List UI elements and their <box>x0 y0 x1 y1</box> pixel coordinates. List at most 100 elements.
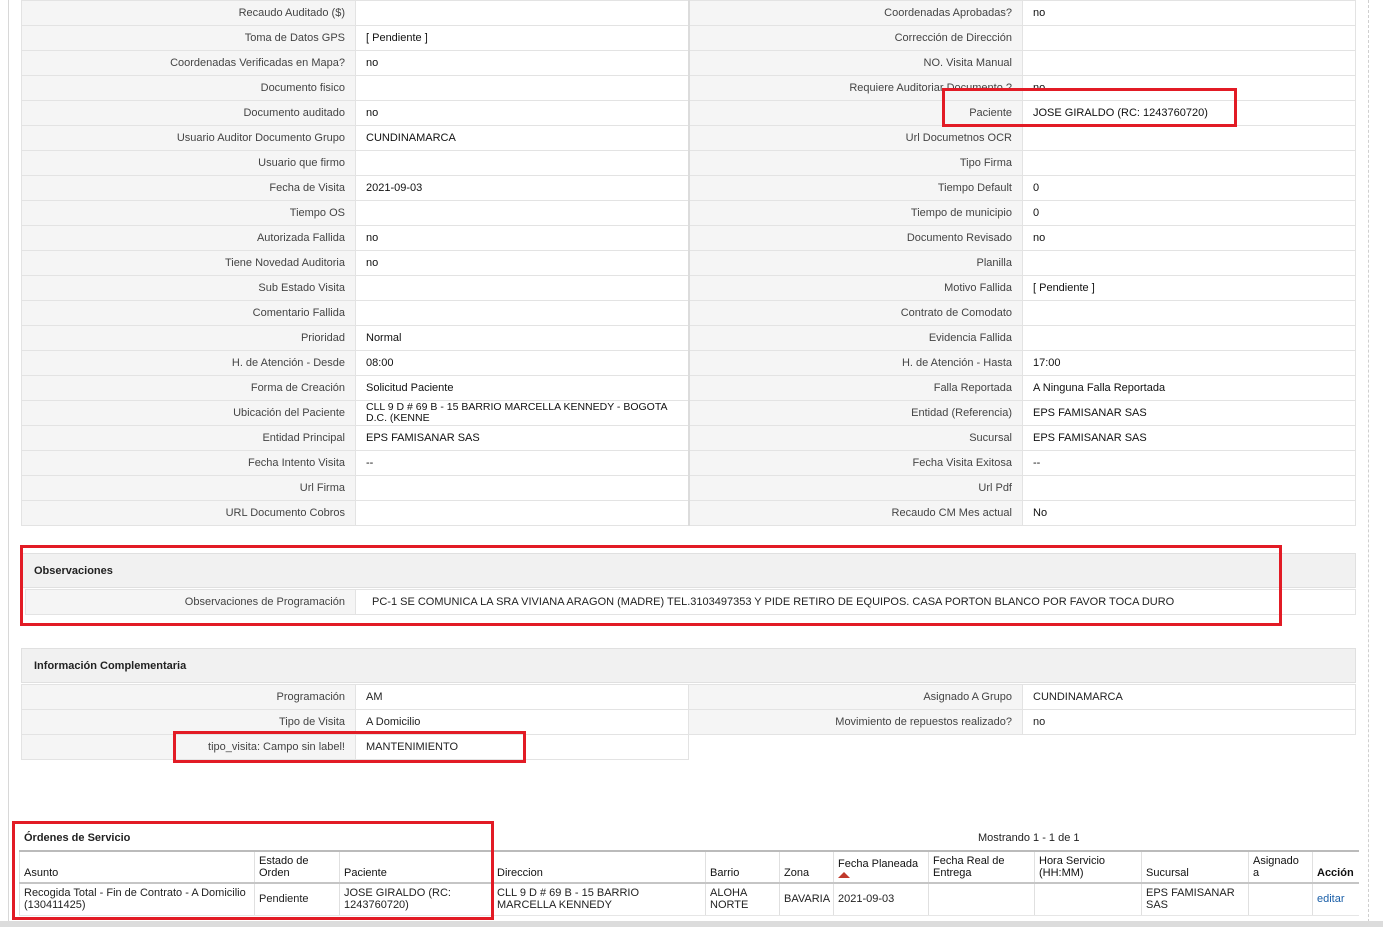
field-value: 2021-09-03 <box>355 175 690 201</box>
field-value <box>355 200 690 226</box>
field-value: A Ninguna Falla Reportada <box>1022 375 1356 401</box>
edit-link[interactable]: editar <box>1317 893 1345 905</box>
cell-paciente: JOSE GIRALDO (RC: 1243760720) <box>339 883 493 916</box>
cell-estado: Pendiente <box>254 883 340 916</box>
col-header-fecha-planeada[interactable]: Fecha Planeada <box>833 850 929 884</box>
field-label: Entidad (Referencia) <box>688 400 1023 426</box>
field-label: Recaudo CM Mes actual <box>688 500 1023 526</box>
orders-header-row: Asunto Estado de Orden Paciente Direccio… <box>19 850 1359 884</box>
detail-row: Fecha Intento Visita -- Fecha Visita Exito… <box>21 450 1356 476</box>
info-row: Tipo de Visita A Domicilio Movimiento de… <box>21 709 1356 735</box>
field-value: CUNDINAMARCA <box>1022 684 1356 710</box>
cell-sucursal: EPS FAMISANAR SAS <box>1141 883 1249 916</box>
field-label: Ubicación del Paciente <box>21 400 356 426</box>
cell-zona: BAVARIA <box>779 883 834 916</box>
field-value: no <box>355 100 690 126</box>
col-header-estado[interactable]: Estado de Orden <box>254 850 340 884</box>
field-value: 0 <box>1022 200 1356 226</box>
field-label: Programación <box>21 684 356 710</box>
detail-row: Tiene Novedad Auditoria no Planilla <box>21 250 1356 276</box>
field-value <box>355 300 690 326</box>
field-value <box>355 0 690 26</box>
field-label: Toma de Datos GPS <box>21 25 356 51</box>
visit-detail-grid: Recaudo Auditado ($) Coordenadas Aprobada… <box>21 0 1356 526</box>
field-value <box>1022 325 1356 351</box>
field-value: Normal <box>355 325 690 351</box>
field-label: Requiere Auditoriar Documento ? <box>688 75 1023 101</box>
col-header-asignado[interactable]: Asignado a <box>1248 850 1313 884</box>
field-label: Entidad Principal <box>21 425 356 451</box>
field-value: no <box>1022 0 1356 26</box>
field-value: no <box>1022 75 1356 101</box>
field-value: no <box>355 250 690 276</box>
field-value: [ Pendiente ] <box>355 25 690 51</box>
col-header-asunto[interactable]: Asunto <box>19 850 255 884</box>
detail-row: Ubicación del Paciente CLL 9 D # 69 B - 1… <box>21 400 1356 426</box>
detail-row: Comentario Fallida Contrato de Comodato <box>21 300 1356 326</box>
field-label: Documento fisico <box>21 75 356 101</box>
field-value: -- <box>1022 450 1356 476</box>
field-label: H. de Atención - Hasta <box>688 350 1023 376</box>
field-label: Tipo Firma <box>688 150 1023 176</box>
cell-asunto: Recogida Total - Fin de Contrato - A Dom… <box>19 883 255 916</box>
field-value: 0 <box>1022 175 1356 201</box>
field-label: Fecha Intento Visita <box>21 450 356 476</box>
horizontal-scrollbar[interactable] <box>0 921 1383 927</box>
detail-row: Sub Estado Visita Motivo Fallida[ Pendien… <box>21 275 1356 301</box>
col-header-fecha-planeada-label: Fecha Planeada <box>838 858 919 870</box>
field-value <box>355 150 690 176</box>
table-row: Recogida Total - Fin de Contrato - A Dom… <box>19 883 1359 916</box>
field-label: Usuario Auditor Documento Grupo <box>21 125 356 151</box>
field-value <box>1022 25 1356 51</box>
field-value: no <box>1022 225 1356 251</box>
cell-hora <box>1034 883 1142 916</box>
info-complementaria-header: Información Complementaria <box>21 648 1356 683</box>
detail-row: Autorizada Fallida no Documento Revisado no <box>21 225 1356 251</box>
field-label: Fecha Visita Exitosa <box>688 450 1023 476</box>
field-value <box>1022 50 1356 76</box>
field-label: Tiempo OS <box>21 200 356 226</box>
detail-row: Usuario que firmo Tipo Firma <box>21 150 1356 176</box>
col-header-sucursal[interactable]: Sucursal <box>1141 850 1249 884</box>
info-row: Programación AM Asignado A Grupo CUNDINA… <box>21 684 1356 710</box>
field-label: Contrato de Comodato <box>688 300 1023 326</box>
field-label: Sucursal <box>688 425 1023 451</box>
field-label: tipo_visita: Campo sin label! <box>21 734 356 760</box>
col-header-paciente[interactable]: Paciente <box>339 850 493 884</box>
field-label: Url Documetnos OCR <box>688 125 1023 151</box>
field-value: A Domicilio <box>355 709 689 735</box>
field-label: Corrección de Dirección <box>688 25 1023 51</box>
detail-row: Url Firma Url Pdf <box>21 475 1356 501</box>
field-value: 17:00 <box>1022 350 1356 376</box>
detail-row: Fecha de Visita 2021-09-03 Tiempo Default 0 <box>21 175 1356 201</box>
field-value: CUNDINAMARCA <box>355 125 690 151</box>
detail-row: Tiempo OS Tiempo de municipio 0 <box>21 200 1356 226</box>
cell-barrio: ALOHA NORTE <box>705 883 780 916</box>
field-label: Prioridad <box>21 325 356 351</box>
field-value <box>355 275 690 301</box>
col-header-direccion[interactable]: Direccion <box>492 850 706 884</box>
field-value <box>355 500 690 526</box>
cell-accion: editar <box>1312 883 1359 916</box>
field-label: Asignado A Grupo <box>688 684 1023 710</box>
col-header-zona[interactable]: Zona <box>779 850 834 884</box>
col-header-hora[interactable]: Hora Servicio (HH:MM) <box>1034 850 1142 884</box>
field-label: Planilla <box>688 250 1023 276</box>
field-label: Recaudo Auditado ($) <box>21 0 356 26</box>
cell-fecha-real <box>928 883 1035 916</box>
field-value: MANTENIMIENTO <box>355 734 689 760</box>
page-left-border <box>8 0 9 927</box>
detail-row: Entidad Principal EPS FAMISANAR SAS Sucurs… <box>21 425 1356 451</box>
field-label: Evidencia Fallida <box>688 325 1023 351</box>
orders-table: Asunto Estado de Orden Paciente Direccio… <box>19 850 1359 916</box>
col-header-fecha-real[interactable]: Fecha Real de Entrega <box>928 850 1035 884</box>
col-header-barrio[interactable]: Barrio <box>705 850 780 884</box>
field-label: Documento Revisado <box>688 225 1023 251</box>
field-label: Tiempo Default <box>688 175 1023 201</box>
detail-row: Documento fisico Requiere Auditoriar Docu… <box>21 75 1356 101</box>
field-value <box>1022 250 1356 276</box>
field-value: -- <box>355 450 690 476</box>
field-value: no <box>355 50 690 76</box>
field-value: no <box>355 225 690 251</box>
field-value <box>355 475 690 501</box>
